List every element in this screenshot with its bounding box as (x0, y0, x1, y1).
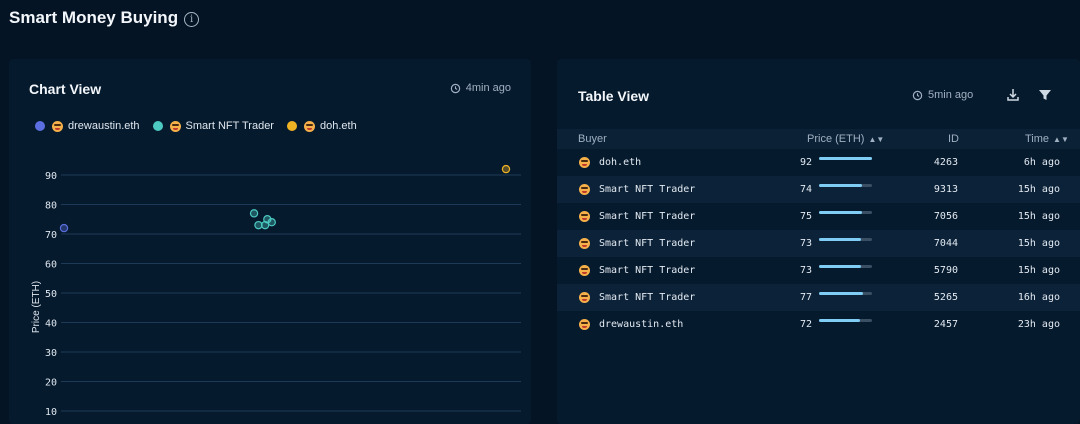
page-header: Smart Money Buying i (9, 8, 200, 28)
price-bar (819, 157, 872, 160)
time-value: 23h ago (1017, 319, 1060, 330)
price-bar (819, 265, 872, 268)
price-value: 73 (799, 238, 812, 249)
id-value: 4263 (933, 157, 958, 168)
y-tick-label: 80 (45, 201, 57, 212)
time-value: 15h ago (1017, 265, 1060, 276)
price-value: 72 (799, 319, 812, 330)
avatar-emoji-icon (579, 184, 590, 195)
data-point[interactable] (267, 217, 276, 227)
buyer-cell[interactable]: Smart NFT Trader (579, 238, 695, 249)
avatar-emoji-icon (579, 292, 590, 303)
price-bar (819, 238, 872, 241)
price-bar-fill (819, 292, 864, 295)
table-row[interactable]: Smart NFT Trader 73 5790 15h ago (557, 257, 1080, 284)
buyer-cell[interactable]: drewaustin.eth (579, 319, 683, 330)
y-tick-label: 70 (45, 230, 57, 241)
table-row[interactable]: drewaustin.eth 72 2457 23h ago (557, 311, 1080, 338)
sort-icon: ▲▼ (868, 134, 885, 144)
table-row[interactable]: doh.eth 92 4263 6h ago (557, 149, 1080, 176)
chart-view-card: Chart View 4min ago drewaustin.eth Smart… (9, 59, 531, 424)
filter-icon[interactable] (1037, 87, 1053, 103)
buyer-name: Smart NFT Trader (599, 292, 696, 303)
y-axis-label: Price (ETH) (31, 281, 42, 333)
column-header-buyer[interactable]: Buyer (578, 133, 607, 145)
id-value: 5265 (933, 292, 958, 303)
table-header-row: Buyer Price (ETH) ▲▼ ID Time ▲▼ (557, 129, 1080, 149)
price-bar-fill (819, 184, 862, 187)
scatter-chart: 90 80 70 60 50 40 30 20 10 Price (ETH) (31, 164, 521, 418)
page-title: Smart Money Buying (9, 8, 179, 27)
sort-icon: ▲▼ (1053, 134, 1069, 144)
time-value: 6h ago (1023, 157, 1060, 168)
table-row[interactable]: Smart NFT Trader 77 5265 16h ago (557, 284, 1080, 311)
table-view-card: Table View 5min ago Buyer Price (ETH) ▲▼… (557, 59, 1080, 424)
download-icon[interactable] (1005, 87, 1021, 103)
column-header-price-label: Price (ETH) (807, 133, 865, 145)
y-tick-label: 10 (45, 407, 57, 418)
time-value: 15h ago (1017, 238, 1060, 249)
id-value: 7056 (933, 211, 958, 222)
price-bar-fill (819, 319, 861, 322)
time-value: 15h ago (1017, 184, 1060, 195)
table-updated-text: 5min ago (928, 89, 974, 101)
column-header-time[interactable]: Time ▲▼ (1025, 133, 1069, 145)
y-tick-label: 40 (45, 319, 57, 330)
y-tick-label: 50 (45, 289, 57, 300)
price-bar (819, 184, 872, 187)
info-icon[interactable]: i (184, 12, 200, 27)
buyer-cell[interactable]: doh.eth (579, 157, 641, 168)
buyer-name: doh.eth (599, 157, 642, 168)
avatar-emoji-icon (579, 238, 590, 249)
id-value: 5790 (933, 265, 958, 276)
buyer-cell[interactable]: Smart NFT Trader (579, 265, 695, 276)
data-point[interactable] (59, 223, 69, 233)
id-value: 7044 (933, 238, 958, 249)
column-header-price[interactable]: Price (ETH) ▲▼ (807, 133, 884, 145)
y-tick-label: 20 (45, 378, 57, 389)
price-bar (819, 319, 872, 322)
price-bar-fill (819, 265, 862, 268)
time-value: 15h ago (1017, 211, 1060, 222)
price-value: 92 (799, 157, 812, 168)
price-bar (819, 292, 872, 295)
price-bar-fill (819, 238, 862, 241)
avatar-emoji-icon (579, 157, 590, 168)
time-value: 16h ago (1017, 292, 1060, 303)
column-header-id[interactable]: ID (948, 133, 959, 145)
avatar-emoji-icon (579, 265, 590, 276)
table-row[interactable]: Smart NFT Trader 74 9313 15h ago (557, 176, 1080, 203)
price-value: 74 (799, 184, 812, 195)
table-row[interactable]: Smart NFT Trader 75 7056 15h ago (557, 203, 1080, 230)
id-value: 2457 (933, 319, 958, 330)
price-value: 73 (799, 265, 812, 276)
buyer-name: Smart NFT Trader (599, 265, 696, 276)
table-row[interactable]: Smart NFT Trader 73 7044 15h ago (557, 230, 1080, 257)
y-tick-label: 30 (45, 348, 57, 359)
buyer-cell[interactable]: Smart NFT Trader (579, 184, 695, 195)
buyer-name: Smart NFT Trader (599, 211, 696, 222)
column-header-time-label: Time (1025, 133, 1050, 145)
price-bar (819, 211, 872, 214)
buyer-cell[interactable]: Smart NFT Trader (579, 211, 695, 222)
price-value: 77 (799, 292, 812, 303)
buyer-name: Smart NFT Trader (599, 238, 696, 249)
price-bar-fill (819, 157, 872, 160)
price-value: 75 (799, 211, 812, 222)
avatar-emoji-icon (579, 319, 590, 330)
buyer-cell[interactable]: Smart NFT Trader (579, 292, 695, 303)
buyer-name: Smart NFT Trader (599, 184, 696, 195)
price-bar-fill (819, 211, 863, 214)
y-tick-label: 90 (45, 171, 57, 182)
buyer-name: drewaustin.eth (599, 319, 684, 330)
id-value: 9313 (933, 184, 958, 195)
table-updated-indicator: 5min ago (912, 89, 973, 101)
table-view-title: Table View (578, 88, 650, 104)
clock-refresh-icon (912, 90, 923, 100)
y-tick-label: 60 (45, 260, 57, 271)
avatar-emoji-icon (579, 211, 590, 222)
data-point[interactable] (249, 209, 259, 218)
data-point[interactable] (501, 164, 511, 174)
